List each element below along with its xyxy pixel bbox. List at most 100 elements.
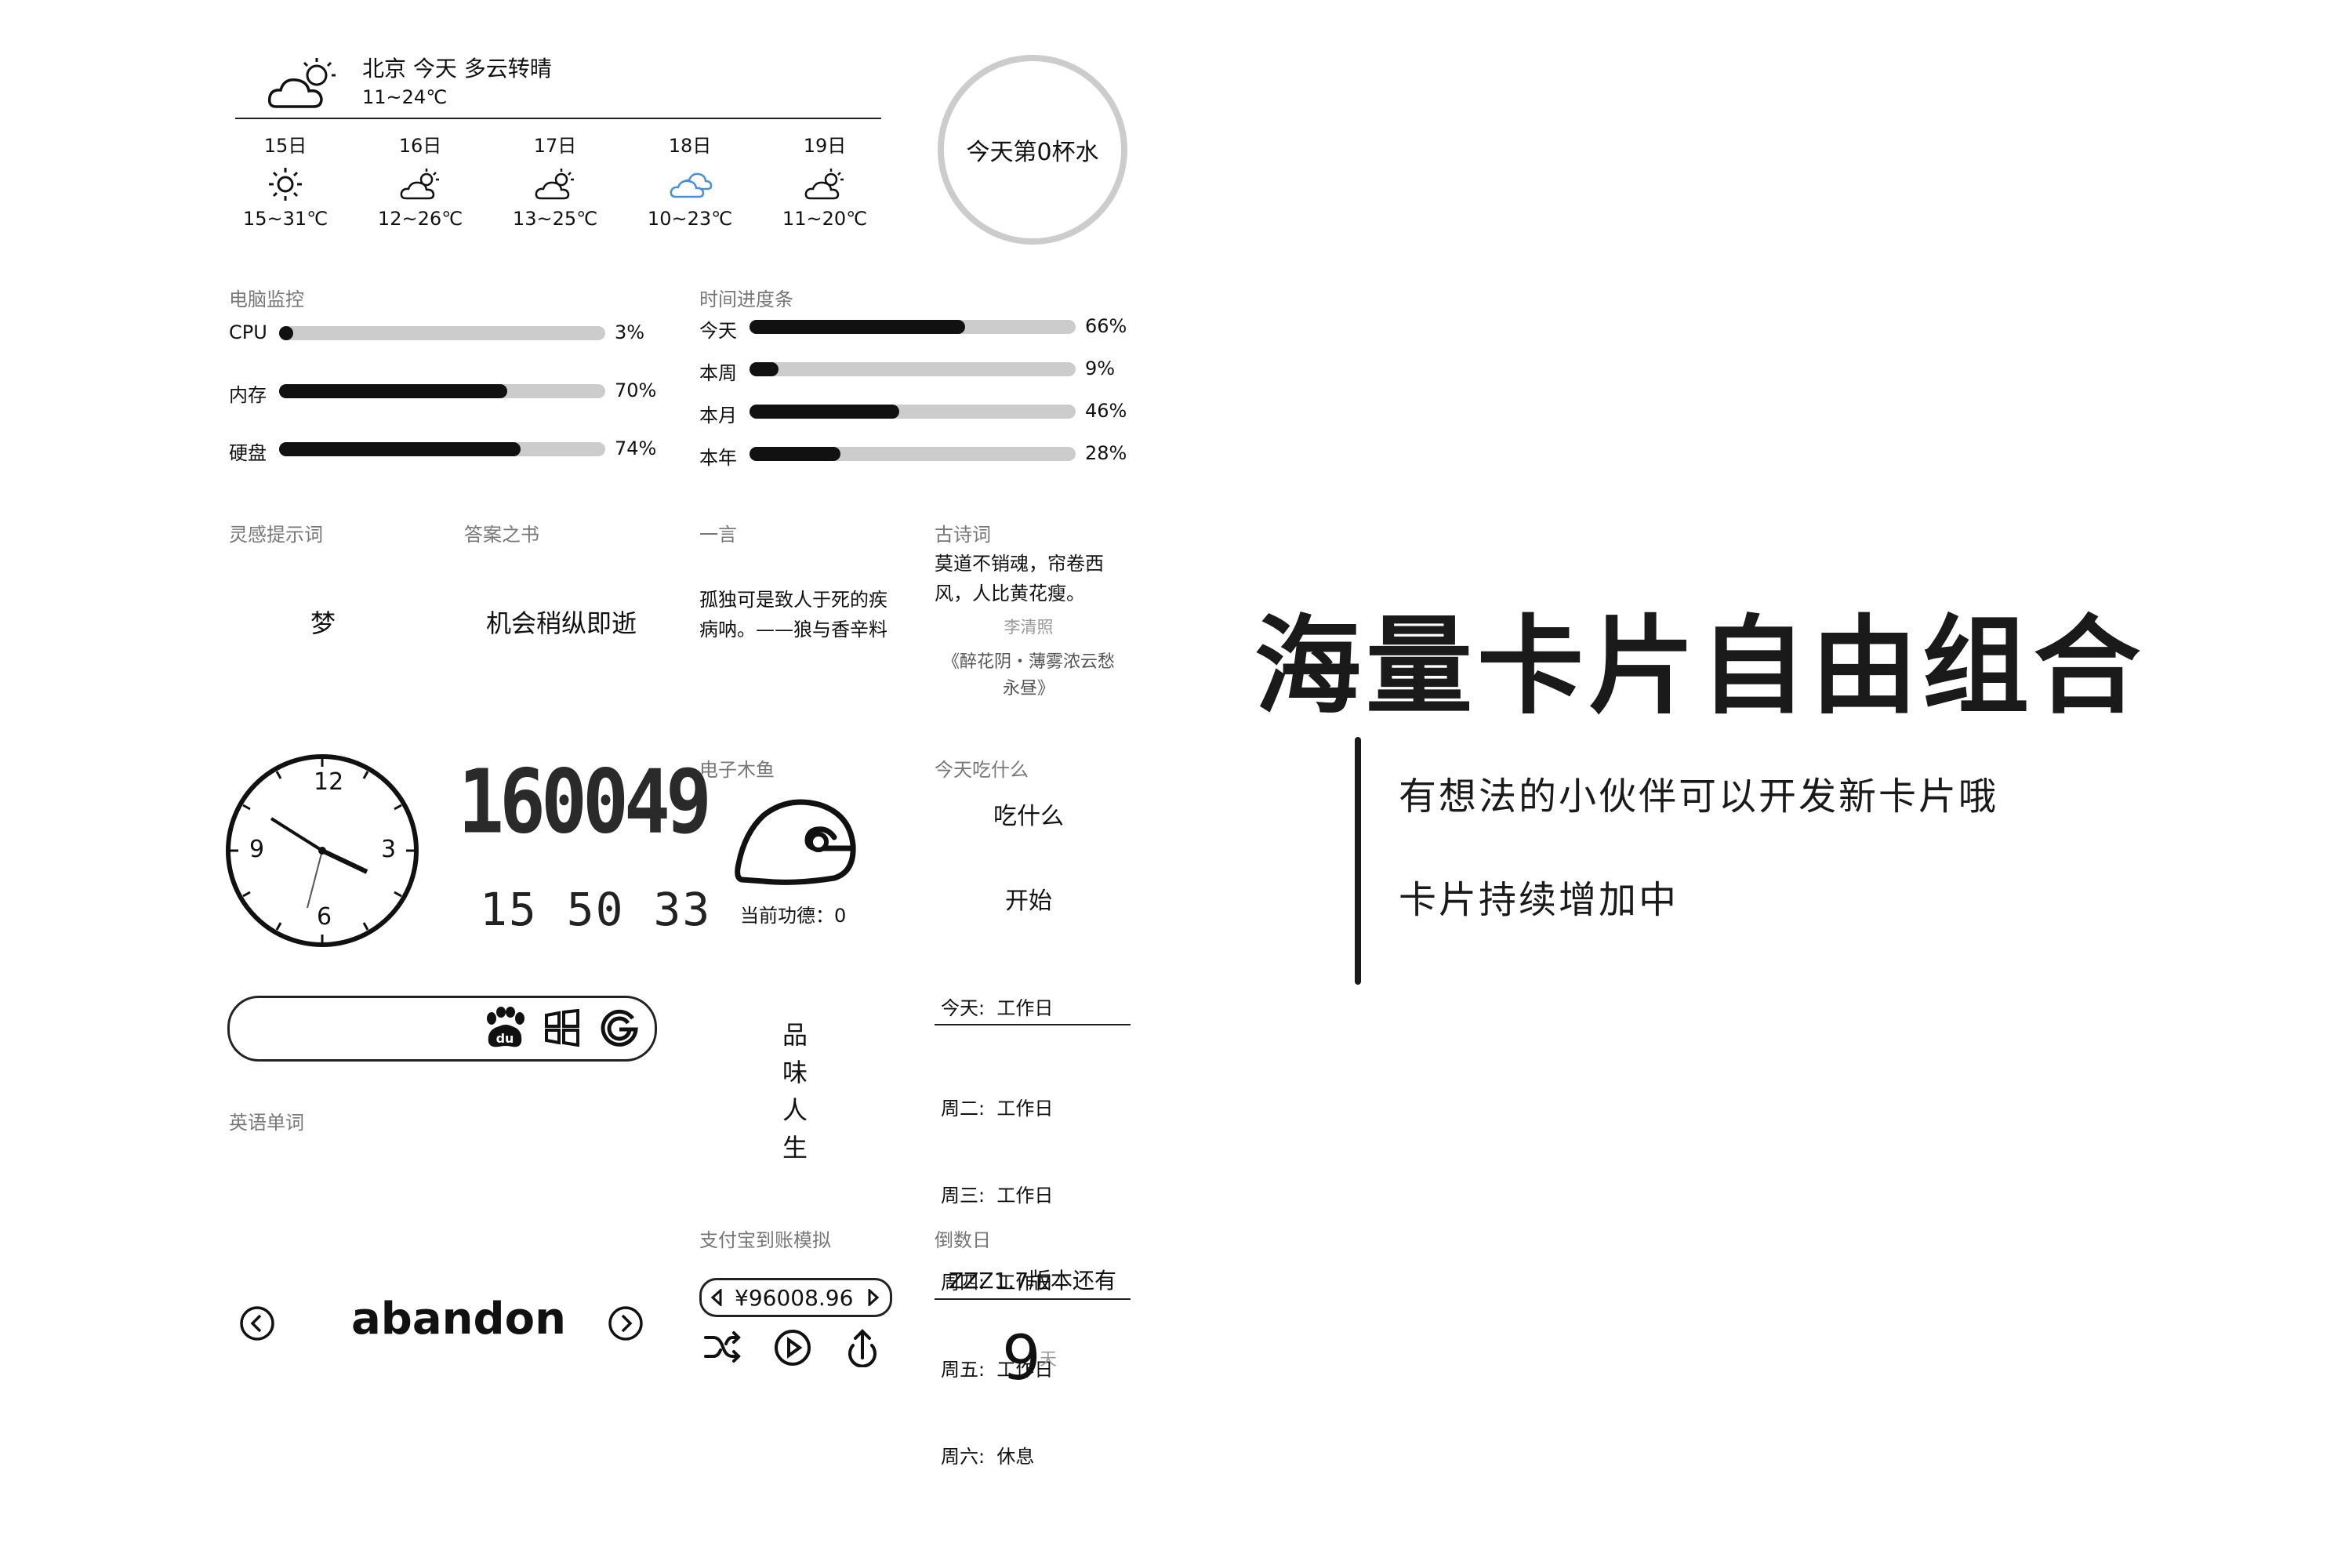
forecast-date: 18日	[668, 135, 712, 157]
progress-fill	[750, 405, 900, 419]
share-upload-icon[interactable]	[842, 1327, 883, 1370]
progress-track	[750, 320, 1076, 334]
bar-label: 本周	[699, 362, 737, 384]
big-digital-time: 160049	[458, 751, 712, 855]
small-digital-time: 15 50 33	[480, 883, 712, 936]
wooden-fish-title: 电子木鱼	[699, 759, 775, 781]
progress-track	[279, 326, 605, 340]
time-progress-title: 时间进度条	[699, 289, 793, 310]
forecast-day: 15日 15~31℃	[238, 130, 332, 230]
forecast-date: 17日	[533, 135, 577, 157]
progress-track	[750, 362, 1076, 376]
search-bar[interactable]: du	[227, 996, 657, 1062]
countdown-title: 倒数日	[935, 1229, 991, 1251]
forecast-temp: 15~31℃	[242, 208, 328, 230]
bar-label: 内存	[229, 384, 267, 406]
savor-char: 品	[782, 1020, 808, 1050]
bar-label: CPU	[229, 321, 267, 343]
progress-fill	[750, 320, 965, 334]
wooden-fish-icon[interactable]	[732, 793, 858, 895]
promo-headline: 海量卡片自由组合	[1254, 605, 2145, 729]
forecast-day: 16日 12~26℃	[373, 130, 467, 230]
windows-icon[interactable]	[543, 1008, 581, 1050]
time-progress-row: 今天 66%	[699, 315, 1131, 342]
baidu-icon[interactable]: du	[482, 1006, 528, 1053]
progress-fill	[279, 326, 293, 340]
promo-vertical-bar	[1355, 737, 1361, 985]
time-progress-row: 本月 46%	[699, 400, 1131, 426]
alipay-amount: ¥96008.96	[735, 1285, 854, 1311]
triangle-right-icon[interactable]	[868, 1287, 880, 1309]
countdown-event: ZZZ1.7版本还有	[948, 1268, 1117, 1294]
hitokoto-title: 一言	[699, 524, 737, 546]
clock-num-6: 6	[317, 903, 332, 931]
forecast-temp: 11~20℃	[782, 208, 868, 230]
poem-source: 《醉花阴・薄雾浓云愁永昼》	[942, 652, 1115, 699]
promo-line-1: 有想法的小伙伴可以开发新卡片哦	[1399, 775, 1999, 818]
poem-text: 莫道不销魂，帘卷西风，人比黄花瘦。	[935, 553, 1104, 604]
time-progress-row: 本年 28%	[699, 442, 1131, 469]
weather-title: 北京 今天 多云转晴	[362, 56, 552, 82]
cloud-icon	[666, 165, 713, 203]
shuffle-icon[interactable]	[702, 1330, 743, 1369]
alipay-title: 支付宝到账模拟	[699, 1229, 831, 1251]
what-to-eat-title: 今天吃什么	[935, 759, 1029, 781]
progress-fill	[750, 362, 779, 376]
merit-counter: 当前功德：0	[740, 905, 847, 927]
bar-label: 本月	[699, 405, 737, 426]
answer-book-answer[interactable]: 机会稍纵即逝	[486, 604, 637, 640]
alipay-amount-pill[interactable]: ¥96008.96	[699, 1278, 892, 1317]
play-icon[interactable]	[773, 1328, 812, 1370]
progress-track	[750, 447, 1076, 461]
progress-value: 74%	[615, 437, 657, 459]
weather-divider	[235, 118, 881, 119]
savor-char: 生	[782, 1133, 808, 1163]
time-progress-row: 本周 9%	[699, 358, 1131, 384]
triangle-left-icon[interactable]	[710, 1287, 722, 1309]
water-counter[interactable]: 今天第0杯水	[938, 55, 1127, 245]
progress-track	[279, 384, 605, 398]
forecast-date: 16日	[398, 135, 442, 157]
progress-value: 28%	[1085, 442, 1127, 464]
savor-life-vertical: 品 味 人 生	[779, 1016, 811, 1167]
savor-char: 人	[782, 1095, 808, 1125]
monitor-row: 内存 70%	[229, 379, 660, 406]
weather-range: 11~24℃	[362, 86, 448, 108]
inspiration-word[interactable]: 梦	[310, 604, 336, 640]
progress-value: 9%	[1085, 358, 1116, 379]
bar-label: 本年	[699, 447, 737, 469]
workday-item: 周二: 工作日	[941, 1098, 1054, 1120]
forecast-date: 15日	[263, 135, 307, 157]
weather-main-icon	[265, 55, 343, 114]
progress-fill	[279, 442, 521, 456]
forecast-temp: 13~25℃	[512, 208, 598, 230]
forecast-temp: 12~26℃	[377, 208, 463, 230]
search-input[interactable]	[245, 1006, 481, 1050]
english-title: 英语单词	[229, 1112, 304, 1134]
clock-num-12: 12	[314, 768, 344, 796]
progress-track	[750, 405, 1076, 419]
poem-title: 古诗词	[935, 524, 991, 546]
progress-value: 70%	[615, 379, 657, 401]
next-word-button[interactable]	[607, 1305, 644, 1345]
poem-author: 李清照	[1004, 618, 1054, 637]
partly-cloudy-icon	[801, 165, 848, 203]
monitor-title: 电脑监控	[229, 289, 304, 310]
forecast-day: 17日 13~25℃	[508, 130, 602, 230]
chevron-right-icon	[608, 1306, 643, 1341]
monitor-row: 硬盘 74%	[229, 437, 660, 464]
workday-item: 周三: 工作日	[941, 1185, 1054, 1207]
progress-fill	[279, 384, 508, 398]
monitor-row: CPU 3%	[229, 321, 660, 345]
what-to-eat-start-button[interactable]: 开始	[935, 881, 1123, 916]
google-icon[interactable]	[598, 1007, 641, 1053]
bar-label: 今天	[699, 320, 737, 342]
forecast-temp: 10~23℃	[647, 208, 733, 230]
prev-word-button[interactable]	[238, 1305, 276, 1345]
savor-char: 味	[782, 1058, 808, 1087]
workday-divider	[935, 1024, 1131, 1025]
promo-line-2: 卡片持续增加中	[1399, 878, 1679, 922]
water-counter-text: 今天第0杯水	[966, 139, 1099, 166]
sun-icon	[262, 165, 309, 203]
bar-label: 硬盘	[229, 442, 267, 464]
